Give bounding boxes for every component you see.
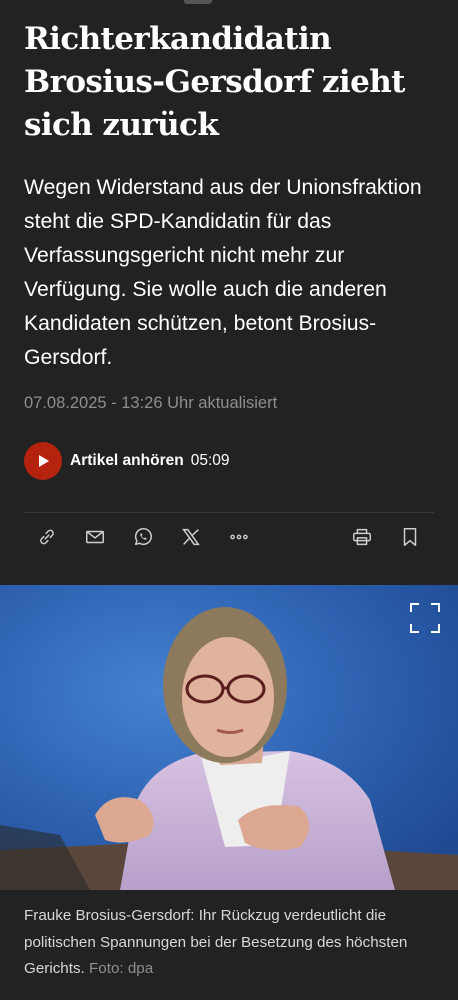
print-icon[interactable] (351, 526, 373, 548)
article-lead: Wegen Widerstand aus der Unionsfraktion … (24, 176, 422, 369)
photo-credit: Foto: dpa (89, 960, 154, 977)
mail-icon[interactable] (84, 526, 106, 548)
whatsapp-icon[interactable] (132, 526, 154, 548)
listen-article-label[interactable]: Artikel anhören (70, 452, 184, 470)
article-photo[interactable] (0, 585, 458, 890)
audio-player[interactable]: Artikel anhören 05:09 (24, 442, 230, 480)
top-handle (184, 0, 212, 4)
photo-caption: Frauke Brosius-Gersdorf: Ihr Rückzug ver… (24, 903, 434, 983)
share-toolbar (24, 512, 434, 560)
article-timestamp: 07.08.2025 - 13:26 Uhr aktualisiert (24, 394, 278, 412)
expand-icon[interactable] (410, 603, 440, 633)
play-icon (39, 455, 49, 467)
play-button[interactable] (24, 442, 62, 480)
audio-duration: 05:09 (190, 452, 230, 469)
article-headline: Richterkandidatin Brosius-Gersdorf zieht… (24, 21, 405, 143)
caption-text: Frauke Brosius-Gersdorf: Ihr Rückzug ver… (24, 907, 408, 977)
bookmark-icon[interactable] (399, 526, 421, 548)
portrait-image (0, 585, 458, 890)
x-icon[interactable] (180, 526, 202, 548)
link-icon[interactable] (36, 526, 58, 548)
more-icon[interactable] (228, 526, 250, 548)
